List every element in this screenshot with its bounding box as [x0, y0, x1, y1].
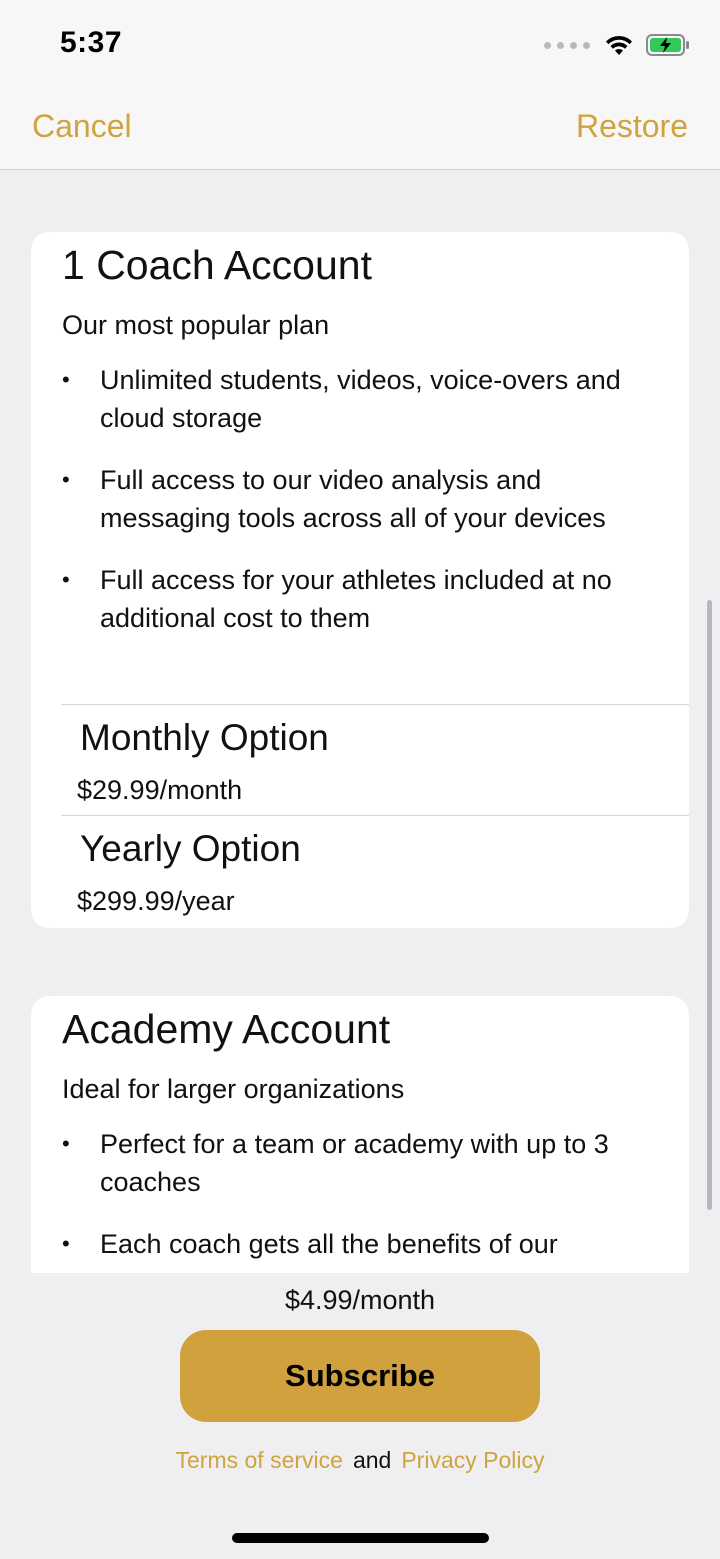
feature-item: Full access for your athletes included a…: [31, 561, 689, 637]
cellular-dots-icon: [544, 41, 590, 49]
yearly-option[interactable]: Yearly Option $299.99/year: [61, 815, 689, 926]
privacy-policy-link[interactable]: Privacy Policy: [401, 1447, 544, 1473]
home-indicator[interactable]: [232, 1533, 489, 1543]
plans-scroll-area[interactable]: 1 Coach Account Our most popular plan Un…: [0, 170, 720, 1273]
option-title: Yearly Option: [80, 828, 301, 869]
feature-list: Perfect for a team or academy with up to…: [31, 1125, 689, 1273]
status-bar: 5:37: [0, 0, 720, 88]
terms-of-service-link[interactable]: Terms of service: [176, 1447, 343, 1473]
scroll-indicator[interactable]: [707, 600, 712, 1210]
plan-card-academy: Academy Account Ideal for larger organiz…: [31, 996, 689, 1273]
nav-bar: Cancel Restore: [0, 88, 720, 170]
plan-subtitle: Our most popular plan: [62, 310, 330, 340]
option-price: $299.99/year: [77, 886, 235, 916]
restore-button[interactable]: Restore: [576, 108, 688, 145]
legal-links: Terms of service and Privacy Policy: [0, 1447, 720, 1474]
feature-item: Each coach gets all the benefits of our: [31, 1225, 689, 1263]
monthly-option[interactable]: Monthly Option $29.99/month: [61, 704, 689, 815]
subscribe-button[interactable]: Subscribe: [180, 1330, 540, 1422]
and-text: and: [352, 1447, 392, 1473]
plan-title: Academy Account: [62, 1006, 391, 1052]
feature-item: Full access to our video analysis and me…: [31, 461, 689, 537]
option-title: Monthly Option: [80, 717, 329, 758]
option-price: $29.99/month: [77, 775, 243, 805]
feature-item: Perfect for a team or academy with up to…: [31, 1125, 689, 1201]
purchase-panel: $4.99/month Subscribe Terms of service an…: [0, 1273, 720, 1559]
plan-subtitle: Ideal for larger organizations: [62, 1074, 405, 1104]
wifi-icon: [606, 35, 632, 55]
selected-price: $4.99/month: [284, 1285, 436, 1315]
status-time: 5:37: [60, 26, 123, 59]
plan-card-coach: 1 Coach Account Our most popular plan Un…: [31, 232, 689, 928]
plan-title: 1 Coach Account: [62, 242, 372, 288]
feature-item: Unlimited students, videos, voice-overs …: [31, 361, 689, 437]
cancel-button[interactable]: Cancel: [32, 108, 132, 145]
feature-list: Unlimited students, videos, voice-overs …: [31, 361, 689, 661]
battery-charging-icon: [646, 34, 689, 56]
status-icons: [544, 30, 690, 60]
